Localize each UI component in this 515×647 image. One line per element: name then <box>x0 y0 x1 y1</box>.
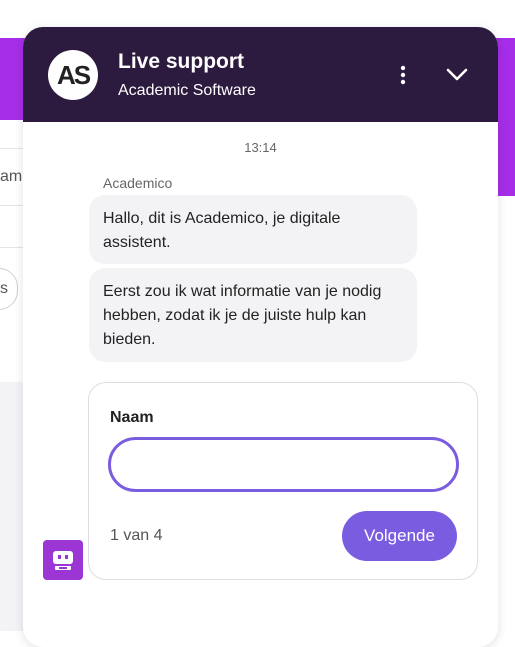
page-divider <box>0 247 24 248</box>
chat-widget: AS Live support Academic Software 13:14 … <box>23 27 498 647</box>
sender-name: Academico <box>103 175 173 191</box>
page-divider <box>0 148 24 149</box>
message-bubble: Eerst zou ik wat informatie van je nodig… <box>89 268 417 362</box>
more-vertical-icon <box>400 65 406 85</box>
page-text-fragment: am <box>0 168 23 185</box>
page-divider <box>0 205 24 206</box>
page-panel <box>0 120 24 382</box>
bot-launcher-button[interactable] <box>43 540 83 580</box>
chat-title: Live support <box>118 50 245 73</box>
brand-avatar: AS <box>48 50 98 100</box>
message-timestamp: 13:14 <box>244 140 277 155</box>
robot-icon <box>53 551 73 570</box>
more-options-button[interactable] <box>388 60 418 90</box>
name-field-label: Naam <box>110 409 154 426</box>
page-pill-label: s <box>0 280 8 297</box>
message-bubble: Hallo, dit is Academico, je digitale ass… <box>89 195 417 264</box>
chat-subtitle: Academic Software <box>118 82 256 99</box>
chevron-down-icon <box>446 68 468 81</box>
name-form-card: Naam 1 van 4 Volgende <box>88 382 478 580</box>
chat-header: AS Live support Academic Software <box>23 27 498 122</box>
page-background <box>0 382 24 631</box>
next-button[interactable]: Volgende <box>342 511 457 561</box>
collapse-button[interactable] <box>442 60 472 90</box>
form-step-indicator: 1 van 4 <box>110 527 163 544</box>
name-input[interactable] <box>108 437 459 492</box>
